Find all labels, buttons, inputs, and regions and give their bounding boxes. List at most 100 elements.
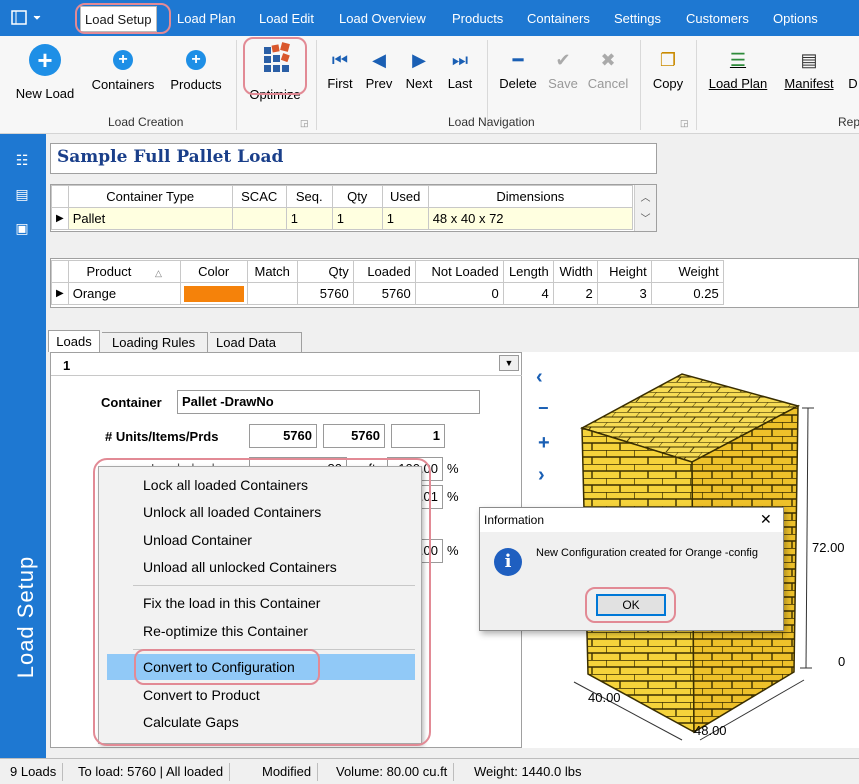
tab-load-data[interactable]: Load Data xyxy=(210,332,302,352)
tab-loading-rules[interactable]: Loading Rules xyxy=(102,332,208,352)
col-qty[interactable]: Qty xyxy=(296,260,354,283)
col-container-type[interactable]: Container Type xyxy=(67,185,233,208)
row-header xyxy=(51,185,69,208)
col-match[interactable]: Match xyxy=(246,260,298,283)
col-length[interactable]: Length xyxy=(502,260,554,283)
prev-button[interactable]: ◀ Prev xyxy=(362,50,396,91)
first-button[interactable]: ⏮ First xyxy=(324,50,356,91)
manifest-button[interactable]: ▤ Manifest xyxy=(778,50,840,91)
col-weight[interactable]: Weight xyxy=(650,260,724,283)
cell[interactable]: Pallet xyxy=(67,207,233,230)
load-title[interactable]: Sample Full Pallet Load xyxy=(50,143,657,174)
col-seq[interactable]: Seq. xyxy=(285,185,333,208)
menu-item-unload-all-unlocked[interactable]: Unload all unlocked Containers xyxy=(107,554,415,580)
tab-options[interactable]: Options xyxy=(769,6,822,32)
left-rail: ☷ ▤ ▣ Load Setup xyxy=(0,134,46,758)
col-width[interactable]: Width xyxy=(552,260,598,283)
last-icon: ⏭ xyxy=(451,50,469,70)
menu-item-fix-load[interactable]: Fix the load in this Container xyxy=(107,590,415,616)
app-menu-icon xyxy=(11,10,41,25)
units-field-2[interactable]: 5760 xyxy=(323,424,385,448)
tab-load-edit[interactable]: Load Edit xyxy=(255,6,318,32)
grid-scrollbar[interactable]: ︿ ﹀ xyxy=(634,185,656,231)
col-color[interactable]: Color xyxy=(179,260,248,283)
depth-axis-label: 48.00 xyxy=(694,723,727,738)
col-loaded[interactable]: Loaded xyxy=(352,260,416,283)
dropdown-arrow-icon[interactable]: ▼ xyxy=(499,355,519,371)
col-height[interactable]: Height xyxy=(596,260,652,283)
load-plan-button[interactable]: ☰ Load Plan xyxy=(704,50,772,91)
menu-item-reoptimize[interactable]: Re-optimize this Container xyxy=(107,618,415,644)
delete-button[interactable]: ━ Delete xyxy=(495,50,541,91)
close-icon[interactable]: ✕ xyxy=(760,511,772,528)
save-button[interactable]: ✔ Save xyxy=(546,50,580,91)
cancel-label: Cancel xyxy=(587,76,629,91)
menu-item-convert-to-configuration[interactable]: Convert to Configuration xyxy=(107,654,415,680)
plus-icon: + xyxy=(113,50,133,70)
col-not-loaded[interactable]: Not Loaded xyxy=(414,260,504,283)
menu-item-unlock-all[interactable]: Unlock all loaded Containers xyxy=(107,499,415,525)
d-button[interactable]: D xyxy=(846,76,859,91)
col-used[interactable]: Used xyxy=(381,185,429,208)
ok-button[interactable]: OK xyxy=(596,594,666,616)
dialog-launcher-icon[interactable]: ◲ xyxy=(680,118,689,129)
cell[interactable]: 3 xyxy=(596,282,652,305)
cell[interactable]: 0 xyxy=(414,282,504,305)
col-product[interactable]: Product △ xyxy=(67,260,181,283)
containers-label: Containers xyxy=(91,77,155,92)
dialog-launcher-icon[interactable]: ◲ xyxy=(300,118,309,129)
tab-settings[interactable]: Settings xyxy=(610,6,665,32)
cancel-button[interactable]: ✖ Cancel xyxy=(585,50,631,91)
tab-load-plan[interactable]: Load Plan xyxy=(173,6,240,32)
cell[interactable]: 48 x 40 x 72 xyxy=(427,207,634,230)
tab-load-overview[interactable]: Load Overview xyxy=(335,6,430,32)
containers-button[interactable]: + Containers xyxy=(85,50,161,92)
next-button[interactable]: ▶ Next xyxy=(402,50,436,91)
color-swatch[interactable] xyxy=(179,282,248,305)
tab-products[interactable]: Products xyxy=(448,6,507,32)
menu-item-unload-container[interactable]: Unload Container xyxy=(107,527,415,553)
cell[interactable]: 1 xyxy=(285,207,333,230)
cell[interactable]: 5760 xyxy=(352,282,416,305)
swatch-fill xyxy=(183,285,244,302)
optimize-label: Optimize xyxy=(249,87,301,102)
divider xyxy=(236,40,237,130)
tab-containers[interactable]: Containers xyxy=(523,6,594,32)
app-menu-button[interactable] xyxy=(8,8,48,28)
optimize-button[interactable]: Optimize xyxy=(244,40,306,102)
load-tab-1[interactable]: 1 xyxy=(63,358,70,373)
cell[interactable]: 2 xyxy=(552,282,598,305)
units-field-3[interactable]: 1 xyxy=(391,424,445,448)
image-icon[interactable]: ▣ xyxy=(12,220,32,238)
manifest-icon: ▤ xyxy=(800,50,818,70)
cell[interactable]: Orange xyxy=(67,282,181,305)
menu-item-calculate-gaps[interactable]: Calculate Gaps xyxy=(107,709,415,735)
cell[interactable]: 4 xyxy=(502,282,554,305)
col-dimensions[interactable]: Dimensions xyxy=(427,185,634,208)
last-button[interactable]: ⏭ Last xyxy=(443,50,477,91)
menu-item-convert-to-product[interactable]: Convert to Product xyxy=(107,682,415,708)
tab-load-setup[interactable]: Load Setup xyxy=(80,6,157,32)
tab-customers[interactable]: Customers xyxy=(682,6,753,32)
cell[interactable] xyxy=(246,282,298,305)
cell[interactable]: 1 xyxy=(381,207,429,230)
new-load-button[interactable]: + New Load xyxy=(10,44,80,101)
col-qty[interactable]: Qty xyxy=(331,185,383,208)
units-field-1[interactable]: 5760 xyxy=(249,424,317,448)
container-field[interactable]: Pallet -DrawNo xyxy=(177,390,480,414)
cell[interactable]: 5760 xyxy=(296,282,354,305)
copy-button[interactable]: ❐ Copy xyxy=(648,50,688,91)
menu-item-lock-all[interactable]: Lock all loaded Containers xyxy=(107,472,415,498)
cell[interactable] xyxy=(231,207,287,230)
cell[interactable]: 0.25 xyxy=(650,282,724,305)
table-row[interactable]: ▶ Orange 5760 5760 0 4 2 3 0.25 xyxy=(51,282,724,305)
table-row[interactable]: ▶ Pallet 1 1 1 48 x 40 x 72 xyxy=(51,207,634,230)
list-icon[interactable]: ▤ xyxy=(12,186,32,204)
tree-icon[interactable]: ☷ xyxy=(12,152,32,170)
group-label-load-navigation: Load Navigation xyxy=(448,115,535,129)
tab-loads[interactable]: Loads xyxy=(48,330,100,352)
products-button[interactable]: + Products xyxy=(164,50,228,92)
cell[interactable]: 1 xyxy=(331,207,383,230)
col-scac[interactable]: SCAC xyxy=(231,185,287,208)
next-icon: ▶ xyxy=(412,50,426,70)
